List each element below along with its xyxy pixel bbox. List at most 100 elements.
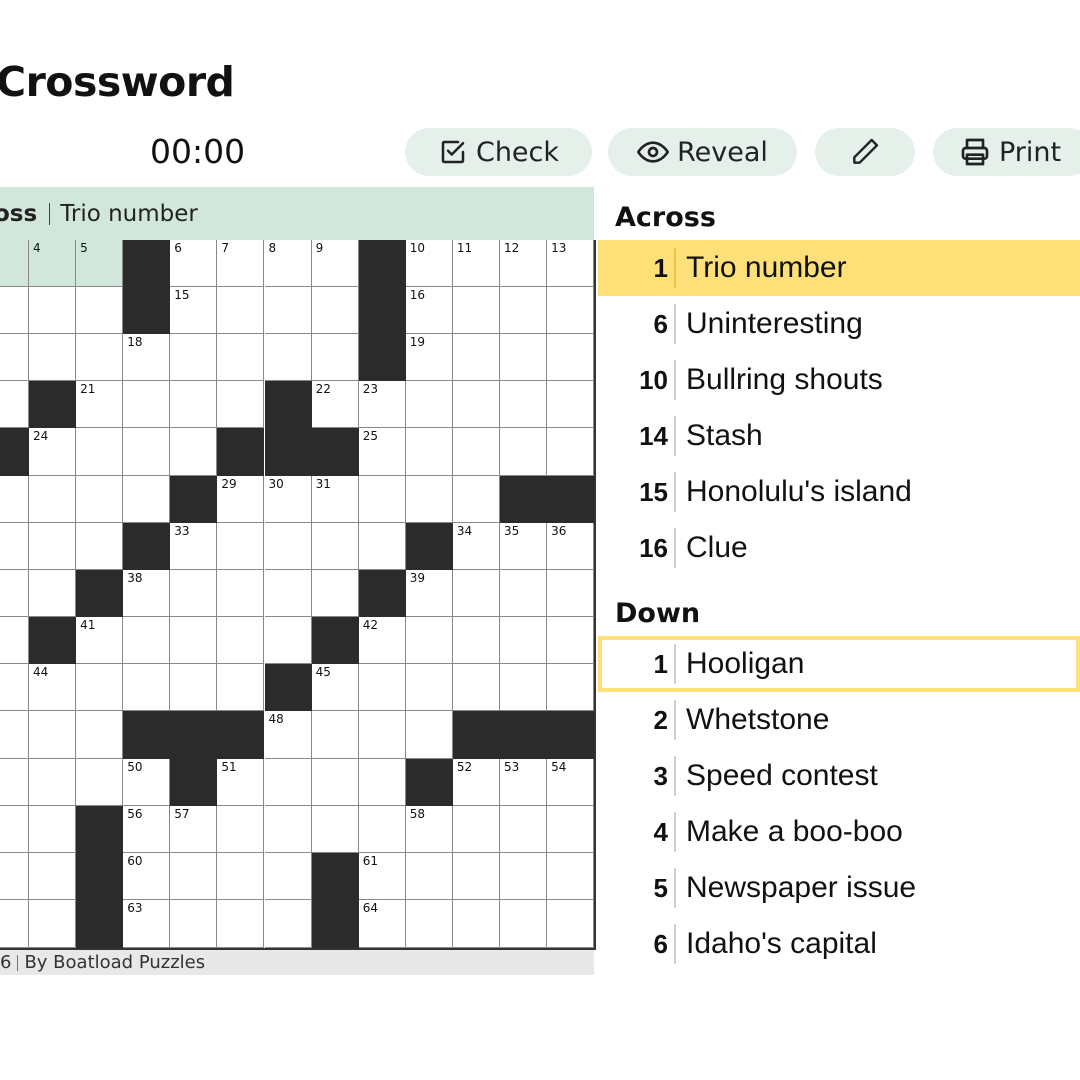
across-clue-item[interactable]: 6 Uninteresting (598, 296, 1080, 352)
grid-cell[interactable] (0, 900, 29, 948)
grid-cell[interactable] (0, 617, 29, 664)
grid-cell[interactable] (264, 334, 312, 381)
grid-cell[interactable] (217, 523, 265, 570)
grid-cell[interactable]: 58 (405, 806, 453, 853)
grid-cell[interactable] (264, 570, 312, 617)
grid-cell[interactable] (452, 334, 500, 381)
grid-cell[interactable]: 8 (264, 240, 312, 287)
grid-cell[interactable] (405, 664, 453, 711)
grid-cell[interactable]: 50 (123, 759, 171, 806)
grid-cell[interactable] (547, 428, 595, 476)
crossword-grid[interactable]: 4 5 6 7 8 9 10 11 12 13 15 16 18 19 21 22 23 24 25 29 30 31 33… (0, 240, 596, 950)
grid-cell[interactable] (311, 334, 359, 381)
across-clue-item[interactable]: 14 Stash (598, 408, 1080, 464)
grid-cell[interactable]: 24 (29, 428, 77, 476)
across-clue-item[interactable]: 1 Trio number (598, 240, 1080, 296)
grid-cell[interactable] (0, 240, 29, 287)
grid-cell[interactable] (311, 570, 359, 617)
grid-cell[interactable]: 19 (405, 334, 453, 381)
grid-cell[interactable]: 29 (217, 476, 265, 523)
grid-cell[interactable] (264, 759, 312, 806)
grid-cell[interactable] (452, 476, 500, 523)
grid-cell[interactable]: 36 (547, 523, 595, 570)
grid-cell[interactable] (217, 664, 265, 711)
grid-cell[interactable] (452, 428, 500, 476)
grid-cell[interactable] (500, 806, 548, 853)
grid-cell[interactable] (0, 759, 29, 806)
grid-cell[interactable] (76, 476, 124, 523)
grid-cell[interactable] (452, 381, 500, 428)
grid-cell[interactable] (264, 900, 312, 948)
across-clue-item[interactable]: 16 Clue (598, 520, 1080, 576)
grid-cell[interactable] (500, 853, 548, 900)
grid-cell[interactable]: 10 (405, 240, 453, 287)
pencil-button[interactable] (815, 128, 915, 176)
grid-cell[interactable] (405, 900, 453, 948)
grid-cell[interactable] (405, 476, 453, 523)
grid-cell[interactable] (311, 287, 359, 334)
grid-cell[interactable] (76, 759, 124, 806)
grid-cell[interactable] (264, 853, 312, 900)
grid-cell[interactable] (452, 664, 500, 711)
grid-cell[interactable] (405, 381, 453, 428)
grid-cell[interactable] (29, 287, 77, 334)
down-clue-item[interactable]: 5 Newspaper issue (598, 860, 1080, 916)
grid-cell[interactable]: 52 (452, 759, 500, 806)
grid-cell[interactable] (500, 334, 548, 381)
grid-cell[interactable]: 13 (547, 240, 595, 287)
grid-cell[interactable]: 6 (170, 240, 218, 287)
grid-cell[interactable]: 34 (452, 523, 500, 570)
grid-cell[interactable] (0, 381, 29, 428)
down-clue-item[interactable]: 2 Whetstone (598, 692, 1080, 748)
grid-cell[interactable] (217, 900, 265, 948)
grid-cell[interactable] (123, 664, 171, 711)
grid-cell[interactable] (217, 287, 265, 334)
grid-cell[interactable] (311, 711, 359, 759)
grid-cell[interactable] (452, 806, 500, 853)
grid-cell[interactable] (29, 334, 77, 381)
grid-cell[interactable] (123, 428, 171, 476)
down-clue-item[interactable]: 4 Make a boo-boo (598, 804, 1080, 860)
down-clue-item[interactable]: 3 Speed contest (598, 748, 1080, 804)
grid-cell[interactable] (358, 759, 406, 806)
grid-cell[interactable] (29, 806, 77, 853)
grid-cell[interactable] (29, 711, 77, 759)
grid-cell[interactable] (358, 664, 406, 711)
grid-cell[interactable] (547, 900, 595, 948)
grid-cell[interactable]: 45 (311, 664, 359, 711)
grid-cell[interactable] (547, 381, 595, 428)
grid-cell[interactable]: 56 (123, 806, 171, 853)
grid-cell[interactable]: 48 (264, 711, 312, 759)
grid-cell[interactable] (0, 853, 29, 900)
grid-cell[interactable] (358, 476, 406, 523)
grid-cell[interactable] (452, 853, 500, 900)
grid-cell[interactable] (123, 381, 171, 428)
grid-cell[interactable]: 41 (76, 617, 124, 664)
grid-cell[interactable] (217, 617, 265, 664)
grid-cell[interactable] (170, 853, 218, 900)
grid-cell[interactable] (547, 853, 595, 900)
grid-cell[interactable] (217, 381, 265, 428)
grid-cell[interactable] (500, 287, 548, 334)
grid-cell[interactable] (500, 570, 548, 617)
grid-cell[interactable] (311, 523, 359, 570)
grid-cell[interactable]: 35 (500, 523, 548, 570)
grid-cell[interactable] (0, 806, 29, 853)
grid-cell[interactable] (0, 334, 29, 381)
grid-cell[interactable] (405, 617, 453, 664)
grid-cell[interactable]: 57 (170, 806, 218, 853)
grid-cell[interactable]: 42 (358, 617, 406, 664)
grid-cell[interactable] (358, 523, 406, 570)
grid-cell[interactable]: 22 (311, 381, 359, 428)
grid-cell[interactable] (123, 617, 171, 664)
down-clue-item[interactable]: 1 Hooligan (598, 636, 1080, 692)
print-button[interactable]: Print (933, 128, 1080, 176)
grid-cell[interactable] (170, 900, 218, 948)
grid-cell[interactable] (217, 806, 265, 853)
grid-cell[interactable] (500, 900, 548, 948)
grid-cell[interactable] (547, 617, 595, 664)
grid-cell[interactable] (76, 664, 124, 711)
across-clue-item[interactable]: 10 Bullring shouts (598, 352, 1080, 408)
grid-cell[interactable]: 12 (500, 240, 548, 287)
grid-cell[interactable] (0, 523, 29, 570)
